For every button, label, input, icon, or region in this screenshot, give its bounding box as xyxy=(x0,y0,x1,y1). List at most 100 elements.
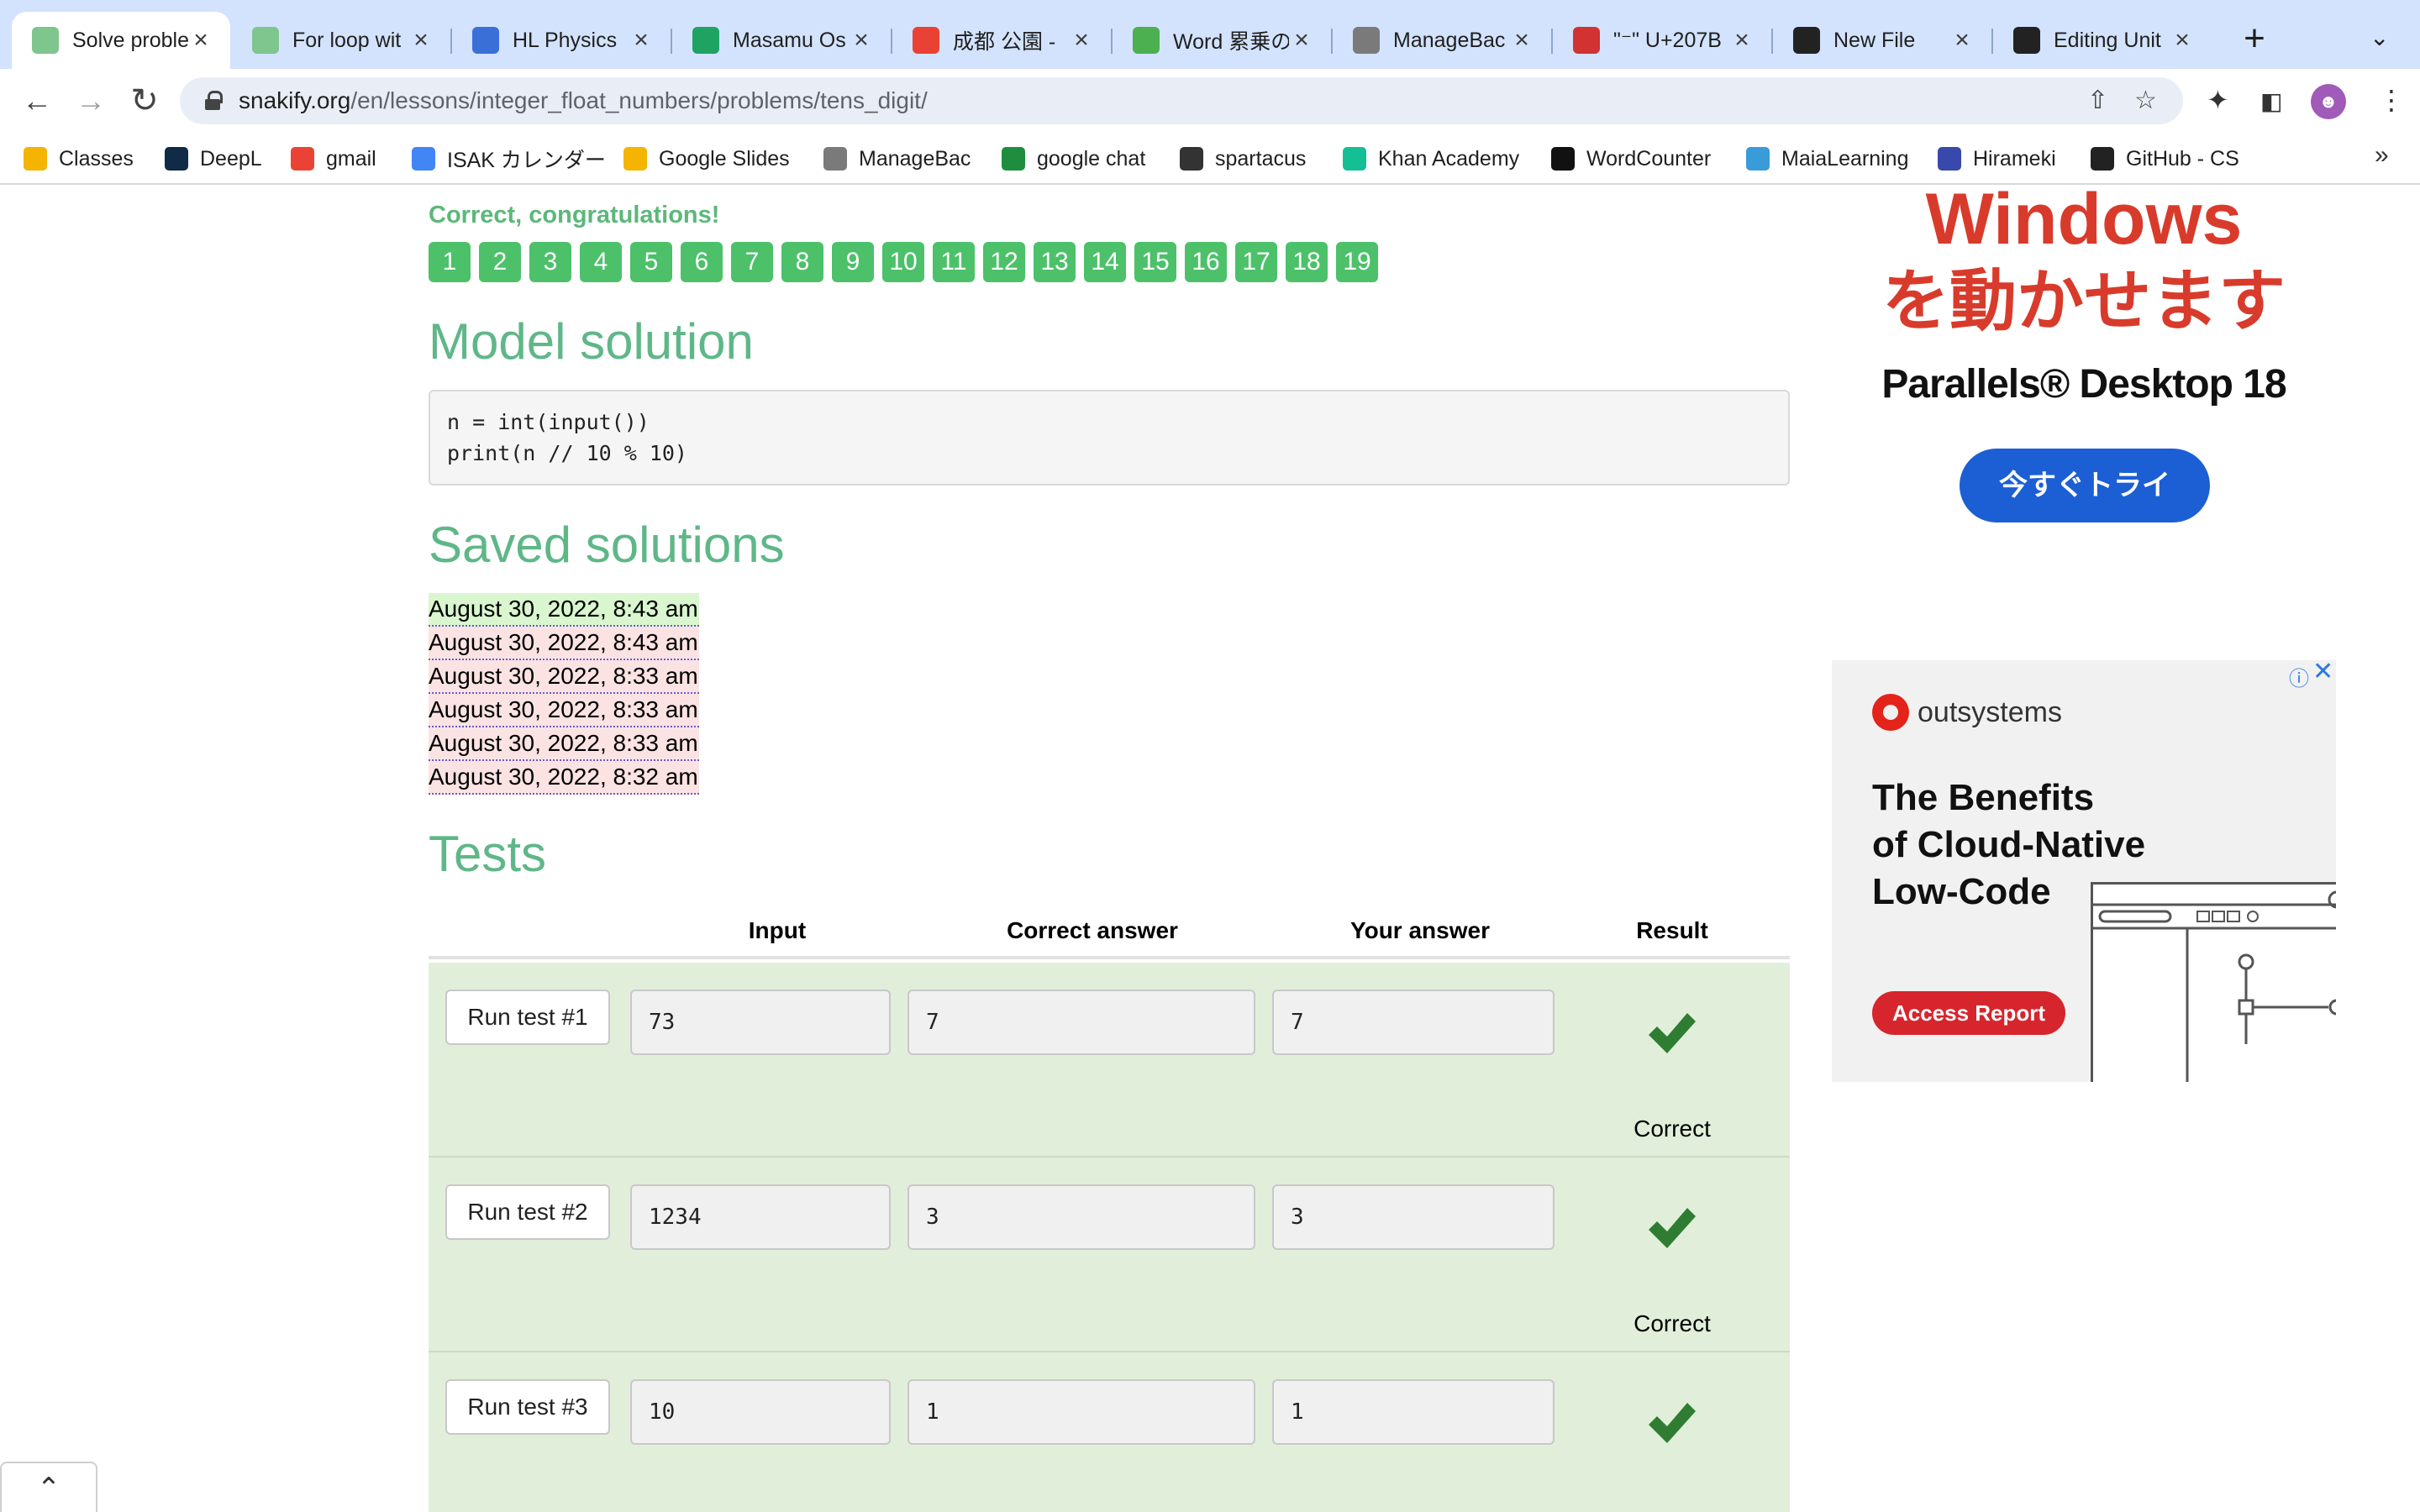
profile-avatar[interactable]: ☻ xyxy=(2311,84,2346,119)
tab-close-icon[interactable]: × xyxy=(849,28,874,53)
saved-solution-link[interactable]: August 30, 2022, 8:33 am xyxy=(429,694,699,727)
saved-solution-link[interactable]: August 30, 2022, 8:33 am xyxy=(429,660,699,694)
outsystems-ad[interactable]: outsystems The Benefits of Cloud-Native … xyxy=(1832,660,2336,1082)
test-input-field[interactable]: 1234 xyxy=(630,1184,891,1250)
new-tab-plus-icon[interactable]: + xyxy=(2235,20,2274,59)
browser-tab[interactable]: Editing Unit × xyxy=(1993,12,2212,69)
browser-tab[interactable]: Masamu Os × xyxy=(672,12,891,69)
tab-close-icon[interactable]: × xyxy=(1949,28,1975,53)
problem-number-badge[interactable]: 12 xyxy=(983,242,1025,282)
tab-close-icon[interactable]: × xyxy=(1289,28,1314,53)
problem-number-badge[interactable]: 3 xyxy=(529,242,571,282)
bookmark-item[interactable]: DeepL xyxy=(165,144,262,173)
problem-number-badge[interactable]: 19 xyxy=(1336,242,1378,282)
test-row: Run test #2 1234 3 3 Correct xyxy=(429,1158,1790,1352)
problem-number-badge[interactable]: 8 xyxy=(781,242,823,282)
saved-solution-link[interactable]: August 30, 2022, 8:33 am xyxy=(429,727,699,761)
extensions-puzzle-icon[interactable]: ✦ xyxy=(2207,84,2229,116)
bookmark-item[interactable]: Hirameki xyxy=(1938,144,2056,173)
problem-number-badge[interactable]: 10 xyxy=(882,242,924,282)
browser-tab[interactable]: Solve proble × xyxy=(12,12,230,69)
tab-title: 成都 公園 - xyxy=(953,30,1056,54)
tab-search-chevron-icon[interactable]: ⌄ xyxy=(2370,24,2389,51)
access-report-button[interactable]: Access Report xyxy=(1872,991,2065,1035)
problem-number-badge[interactable]: 13 xyxy=(1034,242,1076,282)
test-input-field[interactable]: 10 xyxy=(630,1379,891,1445)
saved-solution-link[interactable]: August 30, 2022, 8:43 am xyxy=(429,627,699,660)
correct-answer-field[interactable]: 3 xyxy=(908,1184,1255,1250)
ad-info-icon[interactable]: ⓘ xyxy=(2289,662,2309,691)
run-test-button[interactable]: Run test #3 xyxy=(445,1379,610,1435)
bookmark-item[interactable]: spartacus xyxy=(1180,144,1306,173)
tab-close-icon[interactable]: × xyxy=(2170,28,2195,53)
problem-number-badge[interactable]: 9 xyxy=(832,242,874,282)
tab-close-icon[interactable]: × xyxy=(1509,28,1534,53)
tab-close-icon[interactable]: × xyxy=(188,28,213,53)
problem-number-badge[interactable]: 1 xyxy=(429,242,471,282)
problem-number-badge[interactable]: 17 xyxy=(1235,242,1277,282)
problem-number-badge[interactable]: 5 xyxy=(630,242,672,282)
problem-number-badge[interactable]: 2 xyxy=(479,242,521,282)
hirameki-icon xyxy=(1938,147,1961,171)
tab-close-icon[interactable]: × xyxy=(1069,28,1094,53)
bookmark-item[interactable]: MaiaLearning xyxy=(1746,144,1909,173)
bookmark-item[interactable]: GitHub - CS xyxy=(2091,144,2239,173)
bookmark-item[interactable]: Khan Academy xyxy=(1343,144,1519,173)
lock-icon[interactable] xyxy=(205,91,223,110)
bookmark-item[interactable]: Classes xyxy=(24,144,134,173)
problem-number-badge[interactable]: 16 xyxy=(1185,242,1227,282)
browser-tab[interactable]: For loop wit × xyxy=(232,12,450,69)
saved-solution-link[interactable]: August 30, 2022, 8:43 am xyxy=(429,593,699,627)
saved-solution-link[interactable]: August 30, 2022, 8:32 am xyxy=(429,761,699,795)
side-panel-icon[interactable]: ◧ xyxy=(2260,87,2282,115)
bookmarks-overflow-icon[interactable]: » xyxy=(2375,141,2389,170)
tab-close-icon[interactable]: × xyxy=(629,28,654,53)
bookmark-item[interactable]: ISAK カレンダー xyxy=(412,144,606,173)
bookmark-item[interactable]: gmail xyxy=(291,144,376,173)
address-bar[interactable]: snakify.org/en/lessons/integer_float_num… xyxy=(180,77,2183,124)
ad-close-icon[interactable]: ✕ xyxy=(2312,657,2333,686)
url-text[interactable]: snakify.org/en/lessons/integer_float_num… xyxy=(239,87,928,114)
bookmark-item[interactable]: ManageBac xyxy=(823,144,971,173)
forward-arrow-icon[interactable]: → xyxy=(71,81,111,121)
your-answer-field[interactable]: 1 xyxy=(1272,1379,1555,1445)
problem-number-badge[interactable]: 18 xyxy=(1286,242,1328,282)
correct-answer-field[interactable]: 1 xyxy=(908,1379,1255,1445)
tab-close-icon[interactable]: × xyxy=(1729,28,1754,53)
test-input-field[interactable]: 73 xyxy=(630,990,891,1055)
browser-tab[interactable]: Word 累乗の × xyxy=(1113,12,1331,69)
problem-number-badge[interactable]: 14 xyxy=(1084,242,1126,282)
problem-number-badge[interactable]: 7 xyxy=(731,242,773,282)
ad-headline-jp: を動かせます xyxy=(1882,264,2286,339)
run-test-button[interactable]: Run test #2 xyxy=(445,1184,610,1240)
bookmark-item[interactable]: Google Slides xyxy=(623,144,790,173)
tab-close-icon[interactable]: × xyxy=(408,28,434,53)
bookmark-item[interactable]: WordCounter xyxy=(1551,144,1711,173)
correct-answer-field[interactable]: 7 xyxy=(908,990,1255,1055)
problem-number-badge[interactable]: 4 xyxy=(580,242,622,282)
browser-tab[interactable]: ManageBac × xyxy=(1333,12,1551,69)
browser-tab[interactable]: New File × xyxy=(1773,12,1991,69)
problem-number-badge[interactable]: 6 xyxy=(681,242,723,282)
share-icon[interactable]: ⇧ xyxy=(2087,86,2108,115)
ad-try-now-button[interactable]: 今すぐトライ xyxy=(1960,449,2210,522)
back-arrow-icon[interactable]: ← xyxy=(17,81,57,121)
bookmark-item[interactable]: google chat xyxy=(1002,144,1145,173)
problem-number-badge[interactable]: 11 xyxy=(933,242,975,282)
bookmark-star-icon[interactable]: ☆ xyxy=(2134,86,2157,115)
bookmark-label: Google Slides xyxy=(659,146,790,171)
browser-tab[interactable]: HL Physics × xyxy=(452,12,671,69)
reload-icon[interactable]: ↻ xyxy=(124,81,165,121)
scroll-to-top-button[interactable]: ⌃ xyxy=(0,1462,97,1512)
outsystems-logo: outsystems xyxy=(1872,694,2062,731)
your-answer-field[interactable]: 7 xyxy=(1272,990,1555,1055)
problem-number-badge[interactable]: 15 xyxy=(1134,242,1176,282)
github-icon xyxy=(1793,27,1820,54)
menu-kebab-icon[interactable]: ⋮ xyxy=(2378,84,2405,116)
parallels-ad[interactable]: Windows を動かせます Parallels® Desktop 18 今すぐ… xyxy=(1832,186,2336,539)
browser-tab[interactable]: 成都 公園 - × xyxy=(892,12,1111,69)
tab-separator xyxy=(450,29,452,54)
run-test-button[interactable]: Run test #1 xyxy=(445,990,610,1045)
browser-tab[interactable]: "⁻" U+207B × xyxy=(1553,12,1771,69)
your-answer-field[interactable]: 3 xyxy=(1272,1184,1555,1250)
